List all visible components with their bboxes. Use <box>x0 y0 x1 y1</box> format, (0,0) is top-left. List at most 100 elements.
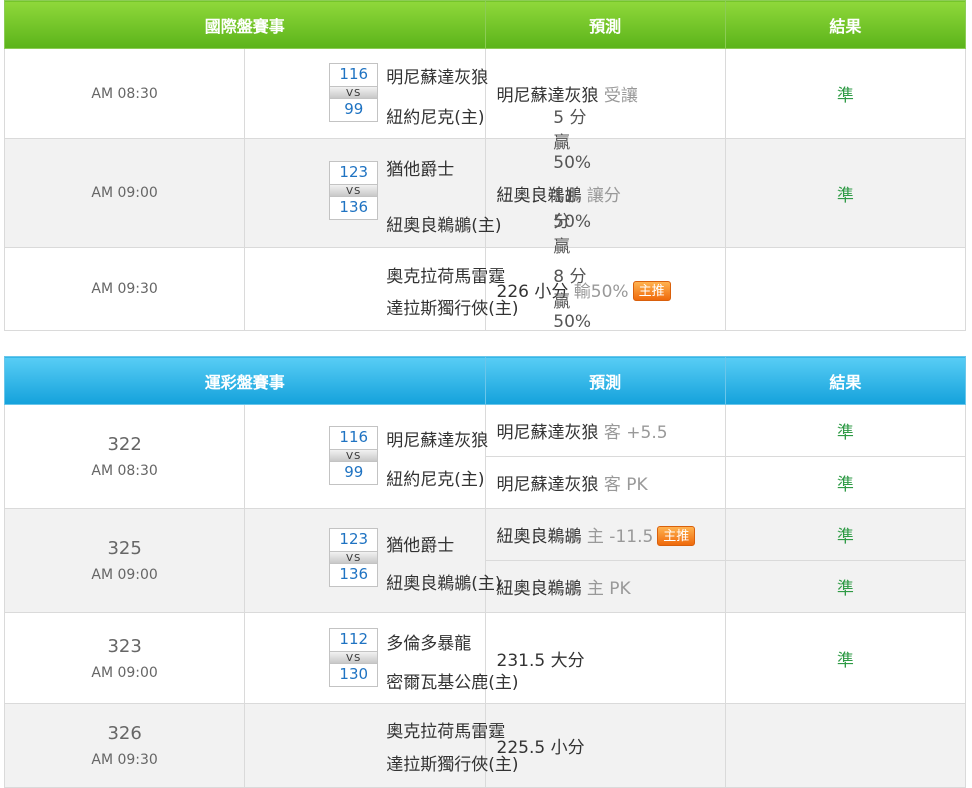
handicap-result: 8 分贏50% <box>553 267 592 332</box>
game-time-cell: 325 AM 09:00 <box>3 508 246 613</box>
home-team: 紐奧良鵜鶘(主) <box>386 216 502 236</box>
sports-header-pred: 預測 <box>484 356 726 405</box>
intl-header-title: 國際盤賽事 <box>4 0 486 49</box>
pred-note: 受讓 <box>603 86 638 106</box>
table-row: 322 AM 08:30 116 VS 99 明尼蘇達灰狼 紐約尼克(主) 明尼… <box>3 404 967 509</box>
game-number: 322 <box>107 434 142 455</box>
pred-team: 明尼蘇達灰狼 <box>496 423 599 443</box>
game-time-cell: 322 AM 08:30 <box>3 404 246 509</box>
pred-team: 紐奧良鵜鶘 <box>496 579 582 599</box>
away-score: 116 <box>339 428 369 446</box>
handicap-result-cont: 50% <box>553 212 592 232</box>
table-row: AM 09:00 123 VS 136 猶他爵士 紐奧良鵜鶘(主) 11 分贏 … <box>3 138 967 257</box>
game-time-cell: 323 AM 09:00 <box>3 612 246 704</box>
score-box: 116 VS 99 <box>329 63 379 122</box>
pred-team: 明尼蘇達灰狼 <box>496 475 599 495</box>
game-time: AM 09:30 <box>3 247 246 331</box>
pred-note: 讓分 <box>586 185 621 206</box>
table-row: 323 AM 09:00 112 VS 130 多倫多暴龍 密爾瓦基公鹿(主) … <box>3 612 967 704</box>
vs-label: VS <box>330 86 378 99</box>
result-mark: 準 <box>724 508 967 561</box>
score-box: 116 VS 99 <box>329 426 379 485</box>
away-score: 123 <box>339 530 369 548</box>
game-time-cell: 326 AM 09:30 <box>3 703 246 788</box>
prediction: 明尼蘇達灰狼 客 PK <box>484 456 726 509</box>
game-time: AM 08:30 <box>3 48 246 139</box>
table-row: AM 08:30 116 VS 99 明尼蘇達灰狼 紐約尼克(主) 5 分贏50… <box>3 48 967 173</box>
home-team: 達拉斯獨行俠(主) <box>386 299 519 319</box>
vs-label: VS <box>330 651 378 664</box>
prediction: 紐奧良鵜鶘 讓分 <box>484 138 726 248</box>
prediction: 明尼蘇達灰狼 客 +5.5 <box>484 404 726 457</box>
home-score: 99 <box>344 100 364 118</box>
intl-header-result: 結果 <box>724 0 967 49</box>
sports-header-title: 運彩盤賽事 <box>4 356 486 405</box>
score-box: 112 VS 130 <box>329 628 379 687</box>
pred-note: 客 PK <box>603 475 648 495</box>
home-team: 紐約尼克(主) <box>386 470 485 490</box>
table-row: 325 AM 09:00 123 VS 136 猶他爵士 紐奧良鵜鶘(主) 紐奧… <box>3 508 967 613</box>
intl-table: 國際盤賽事 預測 結果 AM 08:30 116 VS 99 明尼蘇達灰狼 紐約… <box>3 0 967 332</box>
away-score: 116 <box>339 65 369 83</box>
game-time: AM 09:00 <box>91 664 158 681</box>
matchup: 123 VS 136 猶他爵士 紐奧良鵜鶘(主) 11 分贏 50% <box>244 138 591 257</box>
away-team: 猶他爵士 <box>386 160 455 180</box>
vs-label: VS <box>330 551 378 564</box>
vs-label: VS <box>330 449 378 462</box>
home-score: 136 <box>339 198 369 216</box>
matchup: 奧克拉荷馬雷霆 達拉斯獨行俠(主) <box>244 703 519 788</box>
matchup: 112 VS 130 多倫多暴龍 密爾瓦基公鹿(主) <box>244 612 519 704</box>
result-mark: 準 <box>724 404 967 457</box>
away-score: 112 <box>339 630 369 648</box>
home-team: 達拉斯獨行俠(主) <box>386 755 519 775</box>
home-team: 密爾瓦基公鹿(主) <box>386 673 519 693</box>
matchup: 奧克拉荷馬雷霆 達拉斯獨行俠(主) 8 分贏50% <box>244 247 591 332</box>
sports-header-result: 結果 <box>724 356 967 405</box>
featured-badge: 主推 <box>657 526 696 546</box>
home-score: 136 <box>339 565 369 583</box>
away-score: 123 <box>339 163 369 181</box>
game-time: AM 09:00 <box>91 567 158 583</box>
game-number: 326 <box>107 723 142 744</box>
prediction: 225.5 小分 <box>484 703 726 788</box>
result-mark: 準 <box>724 48 967 139</box>
vs-label: VS <box>330 184 378 197</box>
matchup: 116 VS 99 明尼蘇達灰狼 紐約尼克(主) <box>244 404 488 509</box>
score-box: 123 VS 136 <box>329 161 379 220</box>
home-team: 紐奧良鵜鶘(主) <box>386 574 502 594</box>
matchup: 123 VS 136 猶他爵士 紐奧良鵜鶘(主) <box>244 508 502 613</box>
away-team: 多倫多暴龍 <box>386 634 472 654</box>
prediction: 紐奧良鵜鶘 主 -11.5 主推 <box>484 508 726 561</box>
table-row: 326 AM 09:30 奧克拉荷馬雷霆 達拉斯獨行俠(主) 225.5 小分 <box>3 703 967 788</box>
away-team: 明尼蘇達灰狼 <box>386 68 489 88</box>
result-mark: 準 <box>724 560 967 613</box>
table-row: AM 09:30 奧克拉荷馬雷霆 達拉斯獨行俠(主) 8 分贏50% 226 小… <box>3 247 967 332</box>
result-mark: 準 <box>724 456 967 509</box>
sports-lottery-table: 運彩盤賽事 預測 結果 322 AM 08:30 116 VS 99 明尼蘇達灰… <box>3 356 967 788</box>
away-team: 猶他爵士 <box>386 536 455 556</box>
home-score: 130 <box>339 665 369 683</box>
intl-header-pred: 預測 <box>484 0 726 49</box>
game-number: 323 <box>107 635 142 657</box>
pred-note: 客 +5.5 <box>603 423 668 443</box>
handicap-result: 5 分贏50% <box>553 108 592 173</box>
prediction: 紐奧良鵜鶘 主 PK <box>484 560 726 613</box>
result-mark: 準 <box>724 138 967 248</box>
featured-badge: 主推 <box>632 280 671 301</box>
game-time: AM 08:30 <box>91 463 158 479</box>
result-mark <box>724 703 967 788</box>
home-team: 紐約尼克(主) <box>386 108 485 128</box>
result-mark <box>724 247 967 331</box>
matchup: 116 VS 99 明尼蘇達灰狼 紐約尼克(主) 5 分贏50% <box>244 48 591 173</box>
pred-team: 紐奧良鵜鶘 <box>496 527 582 547</box>
pred-note: 主 -11.5 <box>586 527 654 547</box>
prediction: 226 小分 輸50% 主推 <box>484 247 726 331</box>
score-box: 123 VS 136 <box>329 528 379 587</box>
away-team: 奧克拉荷馬雷霆 <box>386 267 506 287</box>
game-time: AM 09:00 <box>3 138 246 248</box>
prediction: 明尼蘇達灰狼 受讓 <box>484 48 726 139</box>
game-number: 325 <box>107 538 142 559</box>
pred-note: 主 PK <box>586 579 631 599</box>
game-time: AM 09:30 <box>91 752 158 768</box>
result-mark: 準 <box>724 612 967 704</box>
